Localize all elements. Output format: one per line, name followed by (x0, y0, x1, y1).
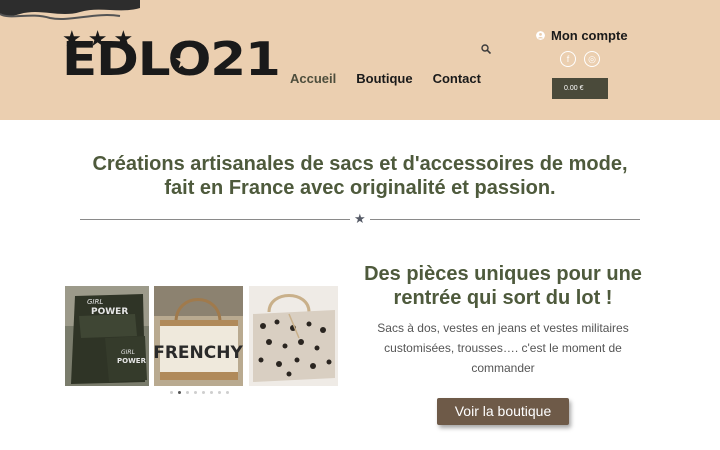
leopard-bag-image (249, 286, 338, 386)
site-header: ★★★ EDLO21 ★ Accueil Boutique Contact Mo… (0, 0, 720, 120)
frenchy-tote-image: FRENCHY (154, 286, 243, 386)
nav-item-accueil[interactable]: Accueil (290, 71, 336, 86)
promo-title: Des pièces uniques pour une rentrée qui … (364, 263, 642, 309)
decorative-wave (0, 0, 140, 20)
carousel-slide-girl-power[interactable]: GIRL POWER GIRL POWER (65, 286, 149, 386)
logo-star-icon: ★ (174, 48, 194, 73)
view-shop-button[interactable]: Voir la boutique (437, 398, 569, 425)
carousel-dot[interactable] (186, 391, 189, 394)
instagram-icon[interactable]: ◎ (584, 51, 600, 67)
cart-button[interactable]: 0.00 € (552, 78, 608, 99)
star-icon: ★ (354, 211, 366, 226)
account-link[interactable]: Mon compte (536, 28, 628, 43)
search-icon[interactable] (481, 44, 491, 54)
carousel-dot-active[interactable] (178, 391, 181, 394)
girl-power-bag-image: GIRL POWER GIRL POWER (65, 286, 149, 386)
carousel-dot[interactable] (170, 391, 173, 394)
facebook-icon[interactable]: f (560, 51, 576, 67)
account-label: Mon compte (551, 28, 628, 43)
user-icon (536, 31, 545, 40)
star-divider: ★ (80, 212, 640, 226)
svg-text:GIRL: GIRL (121, 349, 135, 356)
product-carousel[interactable]: GIRL POWER GIRL POWER FRENCHY (65, 286, 338, 386)
nav-item-boutique[interactable]: Boutique (356, 71, 412, 86)
svg-text:POWER: POWER (91, 307, 128, 317)
carousel-slide-leopard[interactable] (249, 286, 338, 386)
carousel-dot[interactable] (202, 391, 205, 394)
carousel-dot[interactable] (210, 391, 213, 394)
promo-text: Sacs à dos, vestes en jeans et vestes mi… (377, 321, 629, 375)
carousel-dot[interactable] (194, 391, 197, 394)
carousel-dots (170, 391, 229, 394)
carousel-slide-frenchy[interactable]: FRENCHY (154, 286, 243, 386)
logo-text: EDLO21 (62, 32, 281, 86)
svg-text:POWER: POWER (117, 357, 147, 365)
divider-line-right (370, 219, 640, 220)
nav-item-contact[interactable]: Contact (433, 71, 481, 86)
svg-text:FRENCHY: FRENCHY (154, 343, 243, 363)
divider-line-left (80, 219, 350, 220)
svg-text:GIRL: GIRL (87, 298, 103, 306)
page-headline: Créations artisanales de sacs et d'acces… (92, 153, 628, 199)
social-links: f ◎ (560, 51, 600, 67)
carousel-dot[interactable] (226, 391, 229, 394)
main-nav: Accueil Boutique Contact (290, 71, 481, 86)
carousel-dot[interactable] (218, 391, 221, 394)
site-logo[interactable]: ★★★ EDLO21 ★ (62, 28, 281, 86)
